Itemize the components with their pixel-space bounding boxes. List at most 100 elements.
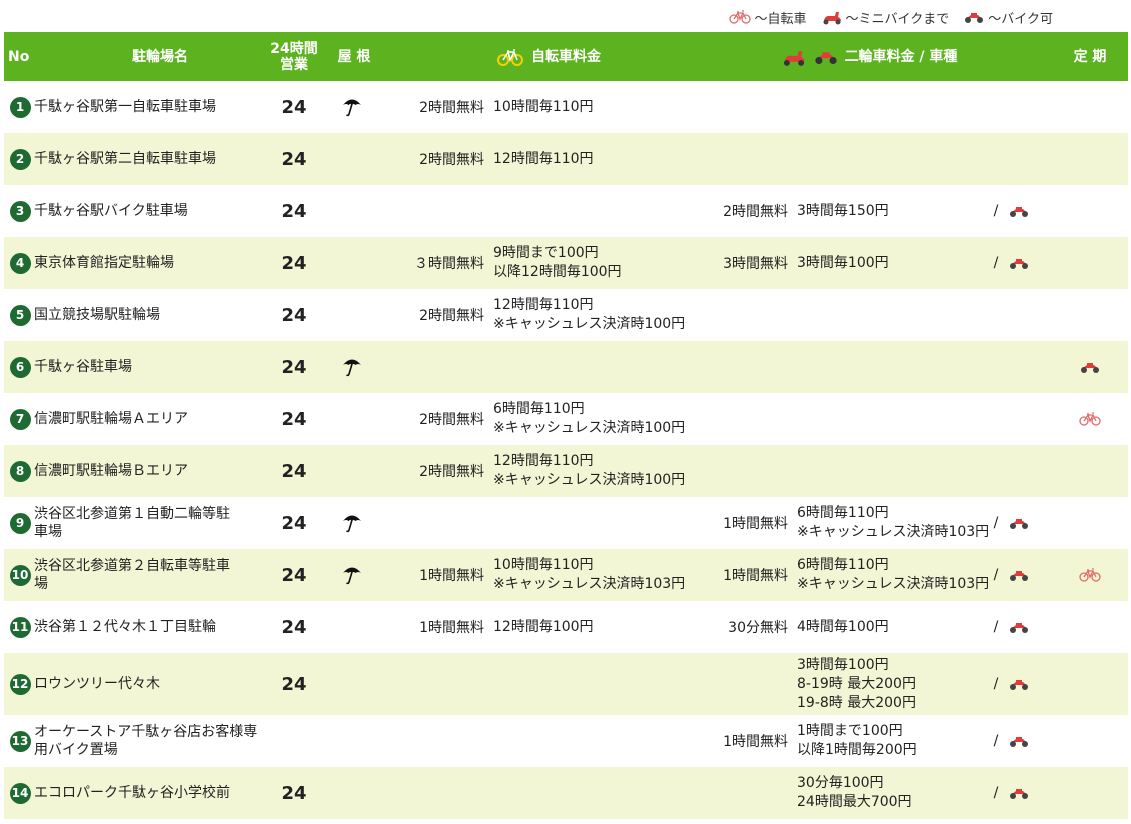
bicycle-icon bbox=[1079, 412, 1101, 426]
roof-cell bbox=[334, 445, 370, 497]
commuter-pass-cell bbox=[1076, 497, 1104, 549]
parking-name[interactable]: 渋谷第１２代々木１丁目駐輪 bbox=[34, 601, 262, 653]
table-row: 10 渋谷区北参道第２自転車等駐車場 24 1時間無料 10時間毎110円 ※キャッシュレ… bbox=[4, 549, 1128, 601]
parking-name[interactable]: 国立競技場駅駐輪場 bbox=[34, 289, 262, 341]
slash-separator: / bbox=[993, 567, 999, 583]
table-body: 1 千駄ヶ谷駅第一自転車駐車場 24 2時間無料 10時間毎110円 2 千駄ヶ谷駅第二自転… bbox=[4, 81, 1128, 819]
roof-cell bbox=[334, 185, 370, 237]
table-row: 8 信濃町駅駐輪場Ｂエリア 24 2時間無料 12時間毎110円 ※キャッシュレス決済時1… bbox=[4, 445, 1128, 497]
bicycle-rate: 12時間毎110円 ※キャッシュレス決済時100円 bbox=[493, 297, 686, 332]
commuter-pass-cell bbox=[1076, 601, 1104, 653]
number-badge: 1 bbox=[9, 96, 31, 118]
umbrella-icon bbox=[341, 564, 363, 586]
row-number: 11 bbox=[8, 601, 32, 653]
bicycle-rate bbox=[493, 341, 703, 393]
slash-separator: / bbox=[993, 619, 999, 635]
parking-name[interactable]: 東京体育館指定駐輪場 bbox=[34, 237, 262, 289]
row-number: 2 bbox=[8, 133, 32, 185]
bicycle-free-time: ３時間無料 bbox=[414, 256, 484, 272]
roof-cell bbox=[334, 289, 370, 341]
legend-label: ～自転車 bbox=[754, 11, 807, 27]
bicycle-free-time: 1時間無料 bbox=[419, 568, 484, 584]
bicycle-free-time: 2時間無料 bbox=[419, 464, 484, 480]
vehicle-type bbox=[1006, 185, 1032, 237]
table-row: 6 千駄ヶ谷駐車場 24 bbox=[4, 341, 1128, 393]
number-badge: 14 bbox=[9, 782, 31, 804]
motorbike-icon bbox=[1008, 620, 1030, 634]
parking-name[interactable]: 千駄ヶ谷駅第二自転車駐車場 bbox=[34, 133, 262, 185]
row-number: 13 bbox=[8, 715, 32, 767]
parking-name[interactable]: 渋谷区北参道第１自動二輪等駐 車場 bbox=[34, 497, 262, 549]
motorbike-rate bbox=[797, 393, 997, 445]
minibike-icon bbox=[781, 47, 807, 67]
bicycle-free-time bbox=[402, 341, 484, 393]
table-row: 9 渋谷区北参道第１自動二輪等駐 車場 24 1時間無料 6時間毎110円 ※キャッシュレス… bbox=[4, 497, 1128, 549]
parking-name[interactable]: 信濃町駅駐輪場Ｂエリア bbox=[34, 445, 262, 497]
open-24h: 24 bbox=[281, 356, 307, 378]
number-badge: 5 bbox=[9, 304, 31, 326]
legend-item-minibike: ～ミニバイクまで bbox=[821, 8, 950, 27]
number-badge: 13 bbox=[9, 730, 31, 752]
bicycle-free-time: 2時間無料 bbox=[419, 100, 484, 116]
number-badge: 7 bbox=[9, 408, 31, 430]
parking-name[interactable]: 千駄ヶ谷駅第一自転車駐車場 bbox=[34, 81, 262, 133]
umbrella-icon bbox=[341, 512, 363, 534]
motorbike-icon bbox=[1008, 516, 1030, 530]
parking-name[interactable]: エコロパーク千駄ヶ谷小学校前 bbox=[34, 767, 262, 819]
roof-cell bbox=[334, 601, 370, 653]
motorbike-free-time: 2時間無料 bbox=[723, 204, 788, 220]
motorbike-rate: 6時間毎110円 ※キャッシュレス決済時103円 bbox=[797, 505, 990, 540]
roof-cell bbox=[334, 237, 370, 289]
number-badge: 10 bbox=[9, 564, 31, 586]
motorbike-rate bbox=[797, 133, 997, 185]
bicycle-rate bbox=[493, 185, 703, 237]
motorbike-icon bbox=[813, 48, 839, 66]
motorbike-rate bbox=[797, 289, 997, 341]
commuter-pass-cell bbox=[1076, 549, 1104, 601]
table-row: 5 国立競技場駅駐輪場 24 2時間無料 12時間毎110円 ※キャッシュレス決済時100… bbox=[4, 289, 1128, 341]
bicycle-rate: 10時間毎110円 ※キャッシュレス決済時103円 bbox=[493, 557, 686, 592]
roof-cell bbox=[334, 715, 370, 767]
bicycle-rate: 9時間まで100円 以降12時間毎100円 bbox=[493, 245, 622, 280]
motorbike-free-time: 3時間無料 bbox=[723, 256, 788, 272]
bicycle-icon bbox=[1079, 568, 1101, 582]
motorbike-rate bbox=[797, 445, 997, 497]
bicycle-free-time: 1時間無料 bbox=[419, 620, 484, 636]
umbrella-icon bbox=[341, 356, 363, 378]
bicycle-free-time: 2時間無料 bbox=[419, 152, 484, 168]
motorbike-rate: 30分毎100円 24時間最大700円 bbox=[797, 775, 912, 810]
motorbike-free-time bbox=[704, 653, 788, 715]
commuter-pass-cell bbox=[1076, 715, 1104, 767]
row-number: 12 bbox=[8, 653, 32, 715]
header-roof: 屋 根 bbox=[337, 48, 371, 65]
open-24h: 24 bbox=[281, 408, 307, 430]
parking-name[interactable]: 千駄ヶ谷駅バイク駐車場 bbox=[34, 185, 262, 237]
bicycle-rate bbox=[493, 653, 703, 715]
commuter-pass-cell bbox=[1076, 653, 1104, 715]
roof-cell bbox=[334, 497, 370, 549]
bicycle-free-time bbox=[402, 185, 484, 237]
bicycle-icon bbox=[729, 10, 752, 24]
commuter-pass-cell bbox=[1076, 185, 1104, 237]
parking-name[interactable]: 渋谷区北参道第２自転車等駐車場 bbox=[34, 549, 262, 601]
slash-separator: / bbox=[993, 255, 999, 271]
legend-label: ～ミニバイクまで bbox=[845, 11, 950, 27]
roof-cell bbox=[334, 549, 370, 601]
table-row: 11 渋谷第１２代々木１丁目駐輪 24 1時間無料 12時間毎100円 30分無料 4時間毎… bbox=[4, 601, 1128, 653]
slash-separator: / bbox=[993, 203, 999, 219]
minibike-icon bbox=[821, 9, 843, 25]
parking-name[interactable]: 信濃町駅駐輪場Ａエリア bbox=[34, 393, 262, 445]
header-name: 駐輪場名 bbox=[132, 48, 188, 65]
motorbike-rate: 3時間毎100円 bbox=[797, 254, 889, 271]
number-badge: 2 bbox=[9, 148, 31, 170]
table-row: 14 エコロパーク千駄ヶ谷小学校前 24 30分毎100円 24時間最大700円 / bbox=[4, 767, 1128, 819]
parking-name[interactable]: ロウンツリー代々木 bbox=[34, 653, 262, 715]
bicycle-icon bbox=[497, 48, 523, 66]
parking-name[interactable]: 千駄ヶ谷駐車場 bbox=[34, 341, 262, 393]
table-row: 3 千駄ヶ谷駅バイク駐車場 24 2時間無料 3時間毎150円 / bbox=[4, 185, 1128, 237]
motorbike-free-time bbox=[704, 133, 788, 185]
parking-name[interactable]: オーケーストア千駄ヶ谷店お客様専 用バイク置場 bbox=[34, 715, 262, 767]
table-row: 4 東京体育館指定駐輪場 24 ３時間無料 9時間まで100円 以降12時間毎100円 3時… bbox=[4, 237, 1128, 289]
motorbike-free-time: 1時間無料 bbox=[723, 516, 788, 532]
motorbike-rate: 4時間毎100円 bbox=[797, 618, 889, 635]
